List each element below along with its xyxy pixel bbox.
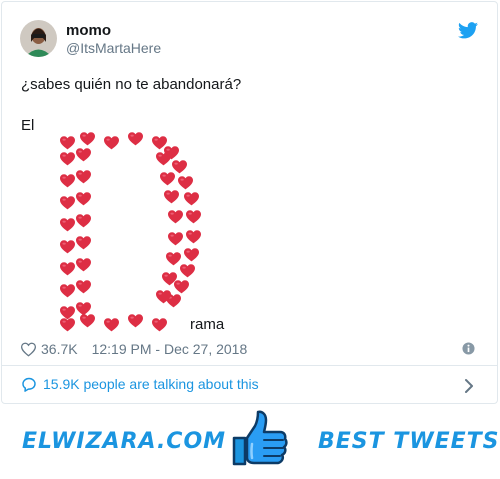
heart-emoji [104,136,119,150]
heart-emoji [60,262,75,276]
tweet-text-line1: ¿sabes quién no te abandonará? [21,76,242,93]
heart-emoji [128,132,143,146]
heart-emoji [180,264,195,278]
talking-link[interactable]: 15.9K people are talking about this [21,376,259,392]
heart-emoji [174,280,189,294]
heart-emoji [128,314,143,328]
timestamp[interactable]: 12:19 PM - Dec 27, 2018 [92,341,248,357]
talking-text[interactable]: 15.9K people are talking about this [43,376,259,392]
heart-emoji [60,284,75,298]
heart-emoji [60,136,75,150]
heart-emoji [168,232,183,246]
heart-emoji [104,318,119,332]
footer-site-label[interactable]: ELWIZARA.COM [22,429,226,454]
thumbs-up-icon [232,410,288,466]
heart-emoji [160,172,175,186]
heart-emoji [172,160,187,174]
heart-emoji [60,196,75,210]
heart-emoji [76,302,91,316]
user-name[interactable]: momo [66,22,111,39]
heart-emoji [156,152,171,166]
heart-emoji [166,252,181,266]
heart-emoji [164,190,179,204]
heart-emoji [186,210,201,224]
heart-outline-icon[interactable] [21,342,36,357]
heart-emoji [80,132,95,146]
heart-emoji [186,230,201,244]
heart-emoji [76,258,91,272]
user-handle[interactable]: @ItsMartaHere [66,40,161,56]
heart-emoji [80,314,95,328]
heart-emoji [76,236,91,250]
tweet-meta: 36.7K 12:19 PM - Dec 27, 2018 [21,340,247,358]
heart-emoji [76,192,91,206]
heart-emoji [168,210,183,224]
heart-emoji [178,176,193,190]
tweet-text-line3: rama [190,316,225,333]
heart-emoji [76,214,91,228]
heart-emoji [60,218,75,232]
footer-tag-label[interactable]: BEST TWEETS [318,429,500,454]
heart-emoji [60,174,75,188]
heart-emoji [152,318,167,332]
heart-emoji [76,170,91,184]
avatar[interactable] [20,20,57,57]
comment-bubble-icon [22,377,36,392]
heart-letter-d-art [60,132,201,332]
heart-emoji [60,306,75,320]
heart-emoji [152,136,167,150]
heart-emoji [76,280,91,294]
divider [1,365,498,366]
like-count[interactable]: 36.7K [41,341,78,357]
heart-emoji [184,248,199,262]
heart-emoji [60,152,75,166]
heart-emoji [60,318,75,332]
heart-emoji [60,240,75,254]
tweet-text-line2: El [21,117,35,134]
chevron-right-icon[interactable] [464,378,474,394]
heart-emoji [76,148,91,162]
heart-emoji [184,192,199,206]
info-icon[interactable] [462,342,475,355]
twitter-bird-icon[interactable] [458,22,478,39]
